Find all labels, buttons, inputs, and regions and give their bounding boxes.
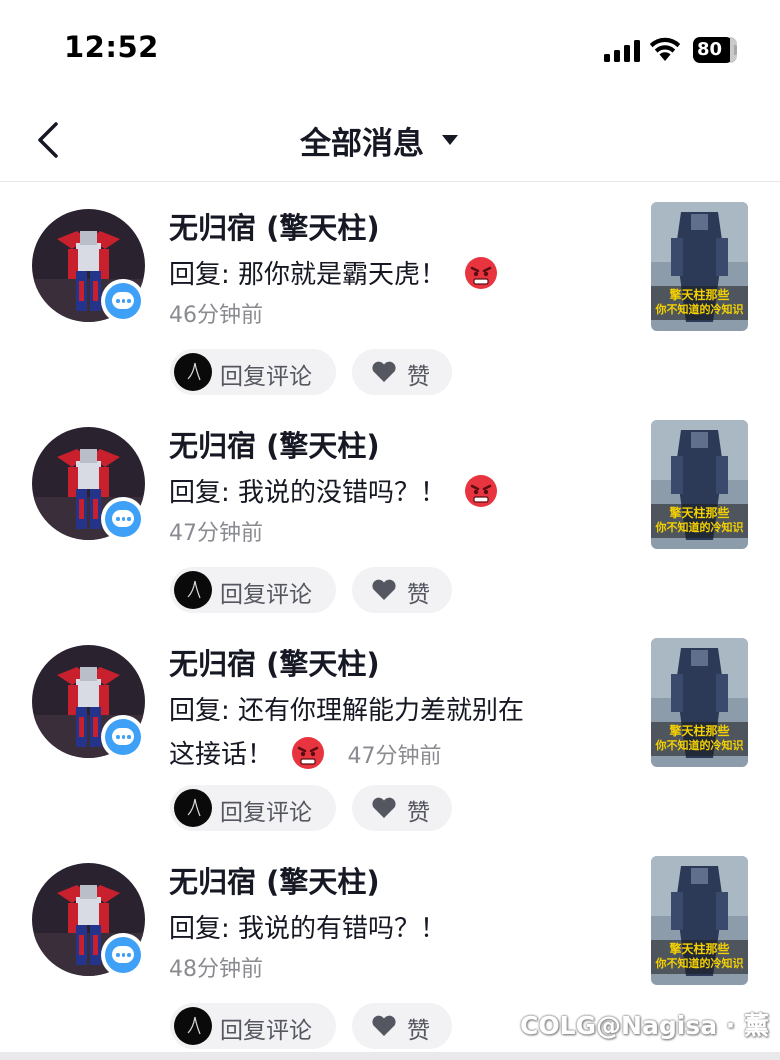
thumbnail-caption: 你不知道的冷知识: [655, 739, 744, 752]
username[interactable]: 无归宿 (擎天柱): [169, 859, 380, 901]
avatar: [174, 789, 212, 827]
nav-header: 全部消息: [0, 100, 780, 182]
username[interactable]: 无归宿 (擎天柱): [169, 423, 380, 465]
reply-content: 回复: 那你就是霸天虎！: [169, 253, 498, 297]
avatar: [174, 353, 212, 391]
message-item: 无归宿 (擎天柱) 回复: 那你就是霸天虎！ 46分钟前 擎天柱那些 你不知道的…: [0, 183, 780, 401]
reply-comment-button[interactable]: 回复评论: [170, 349, 336, 395]
chat-bubble-icon[interactable]: [101, 715, 145, 759]
thumbnail-caption: 你不知道的冷知识: [655, 303, 744, 316]
like-label: 赞: [407, 364, 430, 390]
like-label: 赞: [407, 800, 430, 826]
reply-comment-button[interactable]: 回复评论: [170, 567, 336, 613]
thumbnail-caption: 擎天柱那些: [669, 724, 730, 738]
page-title: 全部消息: [300, 125, 424, 162]
heart-icon: [372, 361, 396, 382]
video-thumbnail[interactable]: 擎天柱那些 你不知道的冷知识: [651, 202, 748, 331]
reply-label: 回复:: [169, 914, 230, 944]
chat-bubble-icon[interactable]: [101, 933, 145, 977]
reply-label: 回复:: [169, 478, 230, 508]
like-label: 赞: [407, 1018, 430, 1044]
reply-text: 这接话！: [169, 740, 274, 770]
battery-level: 80: [696, 39, 723, 60]
thumbnail-caption: 擎天柱那些: [669, 942, 730, 956]
timestamp: 48分钟前: [169, 957, 263, 982]
bottom-divider: [0, 1052, 780, 1060]
thumbnail-caption: 擎天柱那些: [669, 506, 730, 520]
reply-comment-label: 回复评论: [220, 800, 312, 826]
video-thumbnail[interactable]: 擎天柱那些 你不知道的冷知识: [651, 420, 748, 549]
message-item: 无归宿 (擎天柱) 回复: 还有你理解能力差就别在 这接话！ 47分钟前 擎天柱…: [0, 619, 780, 837]
message-filter-dropdown[interactable]: 全部消息: [300, 118, 458, 162]
like-label: 赞: [407, 582, 430, 608]
reply-text: 还有你理解能力差就别在: [238, 696, 525, 726]
reply-comment-label: 回复评论: [220, 582, 312, 608]
signal-icon: [604, 40, 640, 62]
chevron-left-icon[interactable]: [30, 118, 70, 162]
video-thumbnail[interactable]: 擎天柱那些 你不知道的冷知识: [651, 638, 748, 767]
video-thumbnail[interactable]: 擎天柱那些 你不知道的冷知识: [651, 856, 748, 985]
reply-comment-button[interactable]: 回复评论: [170, 785, 336, 831]
angry-face-icon: [465, 257, 498, 289]
reply-content: 回复: 我说的有错吗？！: [169, 907, 446, 951]
caret-down-icon: [442, 135, 458, 145]
reply-comment-label: 回复评论: [220, 1018, 312, 1044]
timestamp: 46分钟前: [169, 303, 263, 328]
wifi-icon: [649, 37, 681, 61]
timestamp: 47分钟前: [347, 744, 442, 769]
like-button[interactable]: 赞: [352, 1003, 452, 1049]
reply-comment-button[interactable]: 回复评论: [170, 1003, 336, 1049]
thumbnail-caption: 你不知道的冷知识: [655, 521, 744, 534]
status-bar: 12:52 80: [0, 0, 780, 100]
reply-comment-label: 回复评论: [220, 364, 312, 390]
chat-bubble-icon[interactable]: [101, 497, 145, 541]
heart-icon: [372, 797, 396, 818]
reply-text: 那你就是霸天虎！: [238, 260, 447, 290]
angry-face-icon: [465, 475, 498, 507]
like-button[interactable]: 赞: [352, 785, 452, 831]
watermark: COLG@Nagisa · 薰: [520, 1011, 769, 1040]
thumbnail-caption: 擎天柱那些: [669, 288, 730, 302]
timestamp: 47分钟前: [169, 521, 263, 546]
reply-content-line-2: 这接话！ 47分钟前: [169, 733, 442, 779]
status-time: 12:52: [64, 30, 159, 64]
heart-icon: [372, 579, 396, 600]
reply-label: 回复:: [169, 260, 230, 290]
avatar: [174, 571, 212, 609]
username[interactable]: 无归宿 (擎天柱): [169, 641, 380, 683]
like-button[interactable]: 赞: [352, 567, 452, 613]
reply-text: 我说的没错吗？！: [238, 478, 447, 508]
chat-bubble-icon[interactable]: [101, 279, 145, 323]
reply-text: 我说的有错吗？！: [238, 914, 447, 944]
avatar: [174, 1007, 212, 1045]
reply-content: 回复: 我说的没错吗？！: [169, 471, 498, 515]
message-item: 无归宿 (擎天柱) 回复: 我说的没错吗？！ 47分钟前 擎天柱那些 你不知道的…: [0, 401, 780, 619]
thumbnail-caption: 你不知道的冷知识: [655, 957, 744, 970]
heart-icon: [372, 1015, 396, 1036]
angry-face-icon: [292, 737, 325, 769]
like-button[interactable]: 赞: [352, 349, 452, 395]
reply-label: 回复:: [169, 696, 230, 726]
username[interactable]: 无归宿 (擎天柱): [169, 205, 380, 247]
reply-content: 回复: 还有你理解能力差就别在: [169, 689, 524, 733]
battery-icon: 80: [693, 37, 737, 63]
